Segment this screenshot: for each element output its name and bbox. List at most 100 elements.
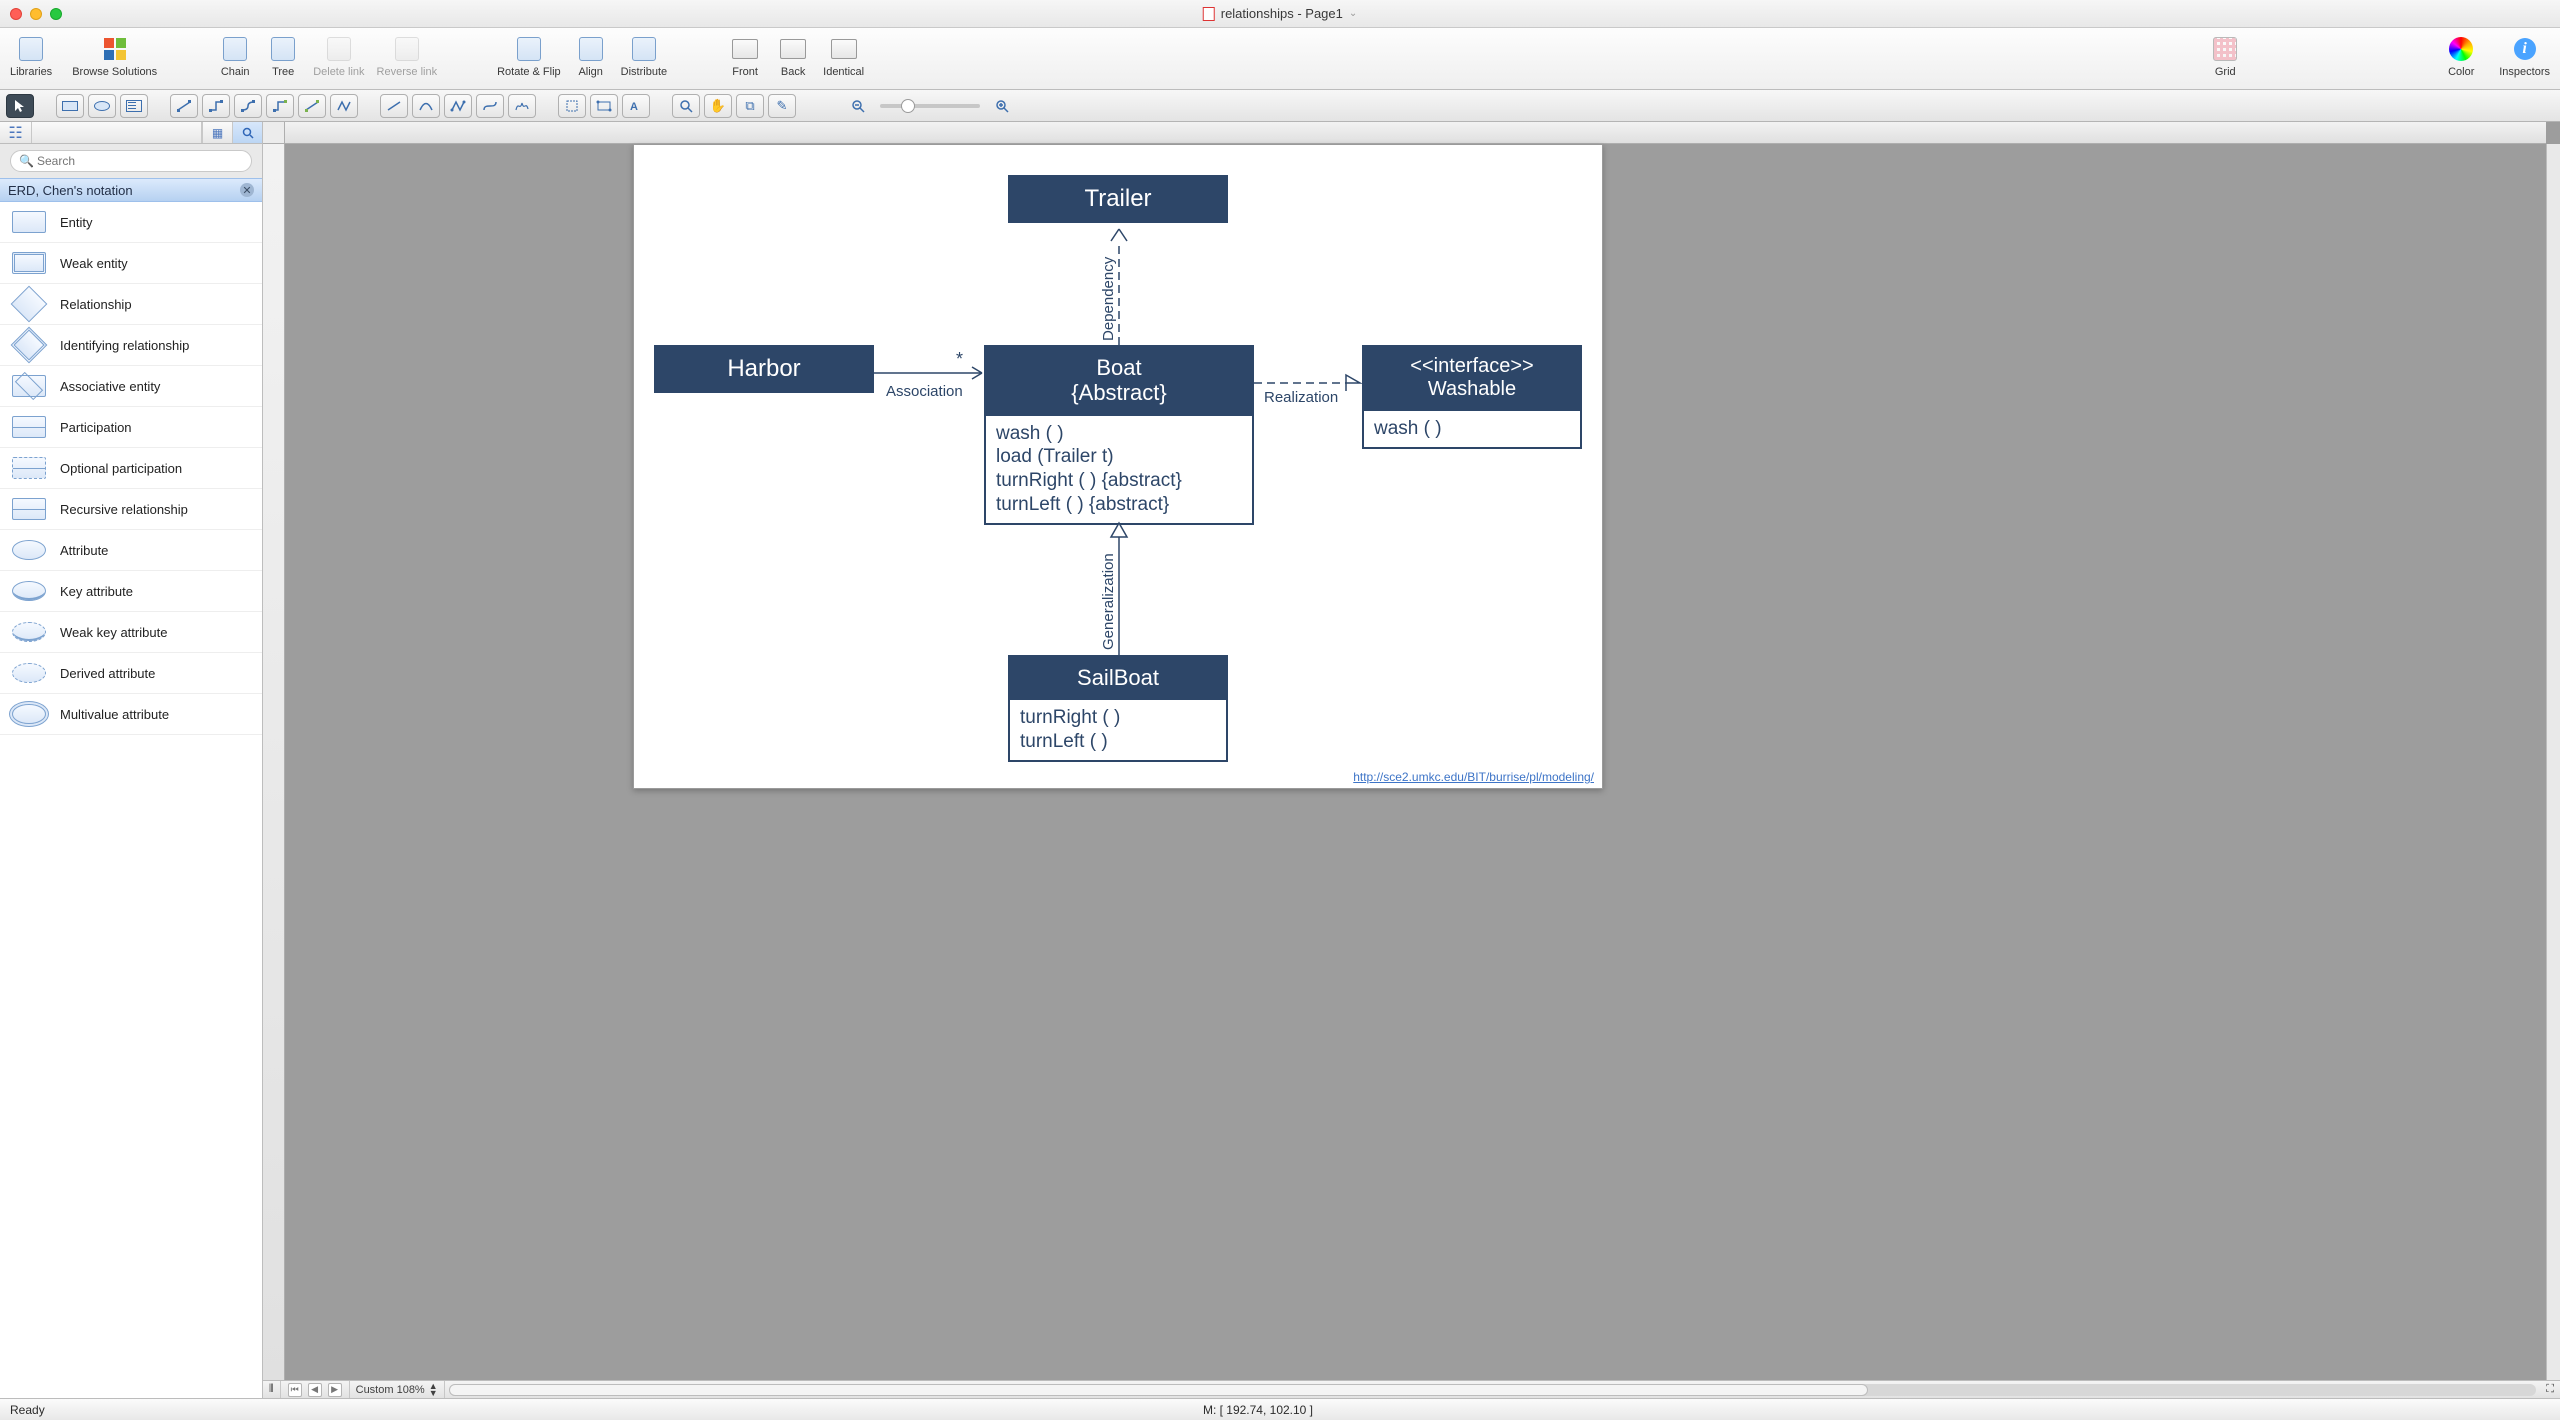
category-close-icon[interactable]: ✕ <box>240 183 254 197</box>
connector-tool-4[interactable] <box>266 94 294 118</box>
line-tool-5[interactable] <box>508 94 536 118</box>
sidebar-search-tab[interactable] <box>232 122 262 143</box>
zoom-slider[interactable] <box>880 104 980 108</box>
class-sailboat-title: SailBoat <box>1010 657 1226 698</box>
zoom-stepper-icon[interactable]: ▲▼ <box>429 1383 438 1397</box>
pointer-tool[interactable] <box>6 94 34 118</box>
browse-solutions-button[interactable]: Browse Solutions <box>68 32 161 80</box>
label-dependency: Dependency <box>1100 257 1117 341</box>
h-scroll-thumb[interactable] <box>449 1384 1869 1396</box>
front-button[interactable]: Front <box>723 32 767 80</box>
chevron-down-icon[interactable]: ⌄ <box>1349 8 1357 19</box>
color-icon <box>2446 34 2476 64</box>
shape-derived-attribute[interactable]: Derived attribute <box>0 653 262 694</box>
class-boat-title: Boat {Abstract} <box>986 347 1252 414</box>
align-button[interactable]: Align <box>569 32 613 80</box>
inspectors-button[interactable]: iInspectors <box>2495 32 2554 80</box>
crop-tool[interactable] <box>558 94 586 118</box>
page-next[interactable]: ▶ <box>328 1383 342 1397</box>
drawing-page[interactable]: Trailer Harbor Boat {Abstract} wash ( ) … <box>633 144 1603 789</box>
shape-relationship[interactable]: Relationship <box>0 284 262 325</box>
source-link[interactable]: http://sce2.umkc.edu/BIT/burrise/pl/mode… <box>1353 770 1594 784</box>
shape-weak-key-attribute[interactable]: Weak key attribute <box>0 612 262 653</box>
close-window-button[interactable] <box>10 8 22 20</box>
search-input[interactable] <box>10 150 252 172</box>
line-tool-2[interactable] <box>412 94 440 118</box>
titlebar: relationships - Page1 ⌄ <box>0 0 2560 28</box>
connector-tool-1[interactable] <box>170 94 198 118</box>
vertical-scrollbar[interactable] <box>2546 144 2560 1398</box>
horizontal-scrollbar[interactable] <box>449 1384 2537 1396</box>
ellipse-tool[interactable] <box>88 94 116 118</box>
shape-label: Weak entity <box>60 256 128 271</box>
class-washable[interactable]: <<interface>> Washable wash ( ) <box>1362 345 1582 449</box>
stamp-tool[interactable]: ⧉ <box>736 94 764 118</box>
expand-icon[interactable]: ⛶ <box>2540 1381 2560 1398</box>
curve-icon <box>418 99 434 113</box>
shape-recursive-relationship[interactable]: Recursive relationship <box>0 489 262 530</box>
class-trailer-title: Trailer <box>1010 177 1226 221</box>
ellipse-icon <box>94 101 110 111</box>
line-tool-1[interactable] <box>380 94 408 118</box>
identical-button[interactable]: Identical <box>819 32 868 80</box>
rect-tool[interactable] <box>56 94 84 118</box>
chain-button[interactable]: Chain <box>213 32 257 80</box>
page-first[interactable]: ⏮ <box>288 1383 302 1397</box>
class-trailer[interactable]: Trailer <box>1008 175 1228 223</box>
distribute-button[interactable]: Distribute <box>617 32 671 80</box>
shape-entity[interactable]: Entity <box>0 202 262 243</box>
format-tool[interactable]: A <box>622 94 650 118</box>
shape-weak-entity[interactable]: Weak entity <box>0 243 262 284</box>
zoom-slider-thumb[interactable] <box>901 99 915 113</box>
vertical-ruler <box>263 144 285 1398</box>
class-sailboat-ops: turnRight ( ) turnLeft ( ) <box>1010 698 1226 760</box>
text-tool[interactable] <box>120 94 148 118</box>
zoom-window-button[interactable] <box>50 8 62 20</box>
shape-multivalue-attribute[interactable]: Multivalue attribute <box>0 694 262 735</box>
zoom-tool[interactable] <box>672 94 700 118</box>
shape-optional-participation[interactable]: Optional participation <box>0 448 262 489</box>
zoom-in-icon <box>995 99 1009 113</box>
class-sailboat[interactable]: SailBoat turnRight ( ) turnLeft ( ) <box>1008 655 1228 762</box>
rotate-flip-button[interactable]: Rotate & Flip <box>493 32 565 80</box>
search-icon <box>242 127 254 139</box>
reverse-link-label: Reverse link <box>377 66 438 78</box>
class-harbor[interactable]: Harbor <box>654 345 874 393</box>
grid-button[interactable]: Grid <box>2203 32 2247 80</box>
rect-icon <box>62 101 78 111</box>
edit-pts-tool[interactable] <box>590 94 618 118</box>
color-button[interactable]: Color <box>2439 32 2483 80</box>
connector-tool-3[interactable] <box>234 94 262 118</box>
zoom-readout[interactable]: Custom 108% ▲▼ <box>350 1381 445 1398</box>
reverse-link-button[interactable]: Reverse link <box>373 32 442 80</box>
hand-tool[interactable]: ✋ <box>704 94 732 118</box>
category-header[interactable]: ERD, Chen's notation ✕ <box>0 178 262 202</box>
line-tool-3[interactable] <box>444 94 472 118</box>
canvas-area[interactable]: Trailer Harbor Boat {Abstract} wash ( ) … <box>263 122 2560 1398</box>
sidebar-settings-icon[interactable]: ☷ <box>0 122 32 143</box>
zoom-out-button[interactable] <box>844 94 872 118</box>
shape-key-attribute[interactable]: Key attribute <box>0 571 262 612</box>
connector-tool-5[interactable] <box>298 94 326 118</box>
shape-participation[interactable]: Participation <box>0 407 262 448</box>
class-boat[interactable]: Boat {Abstract} wash ( ) load (Trailer t… <box>984 345 1254 525</box>
page-prev[interactable]: ◀ <box>308 1383 322 1397</box>
sidebar-grid-view[interactable]: ▦ <box>202 122 232 143</box>
connector-icon-5 <box>304 99 320 113</box>
connector-tool-2[interactable] <box>202 94 230 118</box>
tree-button[interactable]: Tree <box>261 32 305 80</box>
delete-link-button[interactable]: Delete link <box>309 32 368 80</box>
line-tool-4[interactable] <box>476 94 504 118</box>
toggle-panel-button[interactable]: ⫴ <box>263 1381 281 1398</box>
stamp-icon: ⧉ <box>745 98 754 114</box>
page-nav: ⏮ ◀ ▶ <box>281 1381 350 1398</box>
back-button[interactable]: Back <box>771 32 815 80</box>
eyedropper-tool[interactable]: ✎ <box>768 94 796 118</box>
shape-identifying-relationship[interactable]: Identifying relationship <box>0 325 262 366</box>
shape-associative-entity[interactable]: Associative entity <box>0 366 262 407</box>
zoom-in-button[interactable] <box>988 94 1016 118</box>
connector-tool-6[interactable] <box>330 94 358 118</box>
minimize-window-button[interactable] <box>30 8 42 20</box>
libraries-button[interactable]: Libraries <box>6 32 56 80</box>
shape-attribute[interactable]: Attribute <box>0 530 262 571</box>
